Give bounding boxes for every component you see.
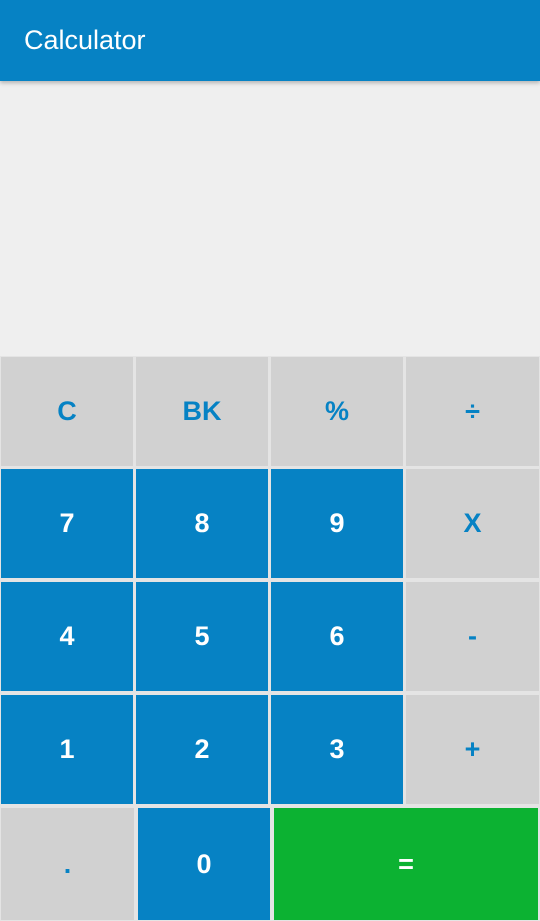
calculator-display <box>0 81 540 356</box>
digit-4-button[interactable]: 4 <box>1 582 133 691</box>
clear-button[interactable]: C <box>1 357 133 466</box>
backspace-button[interactable]: BK <box>136 357 268 466</box>
multiply-button[interactable]: X <box>406 469 539 578</box>
app-bar: Calculator <box>0 0 540 81</box>
digit-1-button[interactable]: 1 <box>1 695 133 804</box>
digit-3-button[interactable]: 3 <box>271 695 403 804</box>
digit-2-button[interactable]: 2 <box>136 695 268 804</box>
digit-9-button[interactable]: 9 <box>271 469 403 578</box>
digit-6-button[interactable]: 6 <box>271 582 403 691</box>
keypad: C BK % ÷ 7 8 9 X 4 5 6 - 1 2 3 + . 0 = <box>0 356 540 921</box>
divide-button[interactable]: ÷ <box>406 357 539 466</box>
subtract-button[interactable]: - <box>406 582 539 691</box>
digit-5-button[interactable]: 5 <box>136 582 268 691</box>
digit-7-button[interactable]: 7 <box>1 469 133 578</box>
digit-8-button[interactable]: 8 <box>136 469 268 578</box>
equals-button[interactable]: = <box>274 808 538 920</box>
app-title: Calculator <box>24 25 146 55</box>
decimal-button[interactable]: . <box>1 808 134 920</box>
percent-button[interactable]: % <box>271 357 403 466</box>
digit-0-button[interactable]: 0 <box>138 808 270 920</box>
add-button[interactable]: + <box>406 695 539 804</box>
